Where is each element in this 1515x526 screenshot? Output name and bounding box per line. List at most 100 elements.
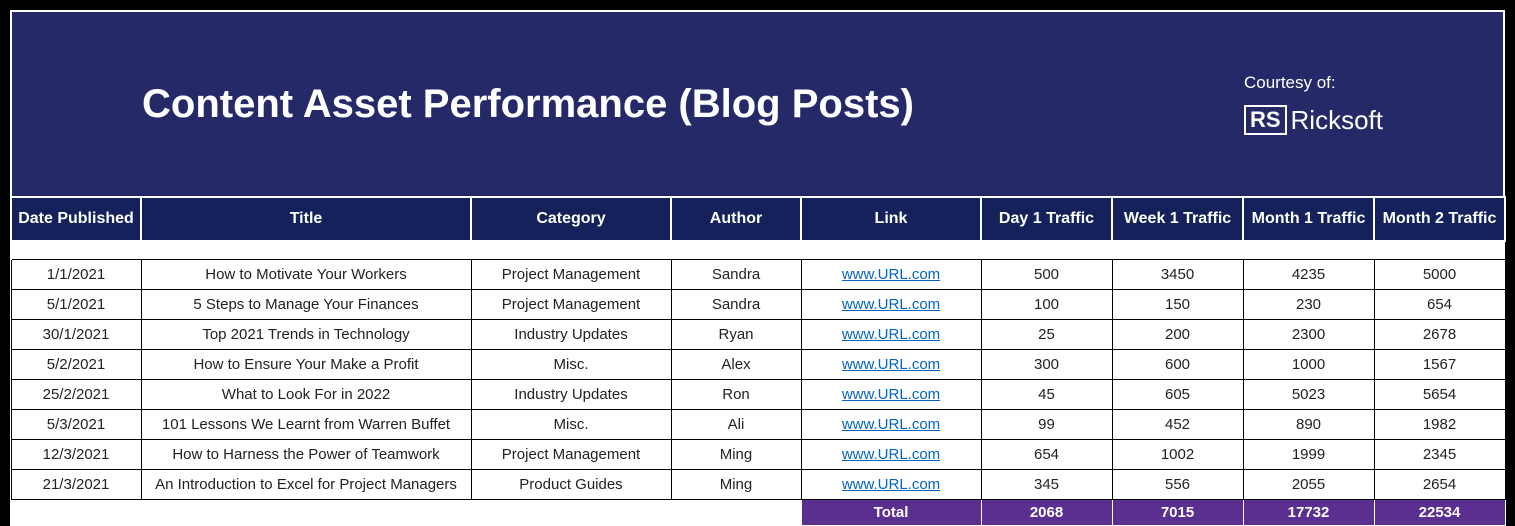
cell-day1[interactable]: 45 (981, 379, 1112, 409)
table-row: 21/3/2021An Introduction to Excel for Pr… (11, 469, 1505, 499)
spacer-row (11, 241, 1505, 259)
cell-author[interactable]: Ron (671, 379, 801, 409)
cell-date[interactable]: 1/1/2021 (11, 259, 141, 289)
cell-day1[interactable]: 100 (981, 289, 1112, 319)
cell-day1[interactable]: 99 (981, 409, 1112, 439)
cell-date[interactable]: 5/2/2021 (11, 349, 141, 379)
cell-link[interactable]: www.URL.com (801, 319, 981, 349)
cell-date[interactable]: 5/1/2021 (11, 289, 141, 319)
col-day1: Day 1 Traffic (981, 197, 1112, 241)
cell-author[interactable]: Sandra (671, 289, 801, 319)
url-link[interactable]: www.URL.com (842, 416, 940, 433)
cell-category[interactable]: Project Management (471, 439, 671, 469)
cell-day1[interactable]: 345 (981, 469, 1112, 499)
cell-title[interactable]: Top 2021 Trends in Technology (141, 319, 471, 349)
cell-category[interactable]: Industry Updates (471, 379, 671, 409)
cell-category[interactable]: Industry Updates (471, 319, 671, 349)
cell-week1[interactable]: 150 (1112, 289, 1243, 319)
table-row: 25/2/2021What to Look For in 2022Industr… (11, 379, 1505, 409)
table-header-row: Date Published Title Category Author Lin… (11, 197, 1505, 241)
cell-author[interactable]: Ali (671, 409, 801, 439)
table-row: 5/2/2021How to Ensure Your Make a Profit… (11, 349, 1505, 379)
cell-day1[interactable]: 654 (981, 439, 1112, 469)
table-row: 1/1/2021How to Motivate Your WorkersProj… (11, 259, 1505, 289)
cell-week1[interactable]: 3450 (1112, 259, 1243, 289)
cell-week1[interactable]: 452 (1112, 409, 1243, 439)
cell-week1[interactable]: 1002 (1112, 439, 1243, 469)
cell-month2[interactable]: 2678 (1374, 319, 1505, 349)
cell-title[interactable]: 5 Steps to Manage Your Finances (141, 289, 471, 319)
cell-date[interactable]: 30/1/2021 (11, 319, 141, 349)
cell-date[interactable]: 5/3/2021 (11, 409, 141, 439)
url-link[interactable]: www.URL.com (842, 296, 940, 313)
cell-day1[interactable]: 300 (981, 349, 1112, 379)
cell-author[interactable]: Ming (671, 439, 801, 469)
total-label: Total (801, 499, 981, 525)
cell-week1[interactable]: 600 (1112, 349, 1243, 379)
cell-month1[interactable]: 2300 (1243, 319, 1374, 349)
cell-link[interactable]: www.URL.com (801, 259, 981, 289)
cell-link[interactable]: www.URL.com (801, 469, 981, 499)
cell-month2[interactable]: 2654 (1374, 469, 1505, 499)
col-week1: Week 1 Traffic (1112, 197, 1243, 241)
cell-author[interactable]: Ming (671, 469, 801, 499)
cell-link[interactable]: www.URL.com (801, 409, 981, 439)
logo-rs-icon: RS (1244, 105, 1287, 135)
url-link[interactable]: www.URL.com (842, 446, 940, 463)
url-link[interactable]: www.URL.com (842, 266, 940, 283)
cell-day1[interactable]: 25 (981, 319, 1112, 349)
cell-week1[interactable]: 556 (1112, 469, 1243, 499)
cell-category[interactable]: Product Guides (471, 469, 671, 499)
cell-week1[interactable]: 605 (1112, 379, 1243, 409)
cell-title[interactable]: How to Motivate Your Workers (141, 259, 471, 289)
col-link: Link (801, 197, 981, 241)
cell-month2[interactable]: 654 (1374, 289, 1505, 319)
url-link[interactable]: www.URL.com (842, 326, 940, 343)
cell-month2[interactable]: 5654 (1374, 379, 1505, 409)
cell-category[interactable]: Misc. (471, 409, 671, 439)
url-link[interactable]: www.URL.com (842, 386, 940, 403)
cell-title[interactable]: What to Look For in 2022 (141, 379, 471, 409)
cell-date[interactable]: 21/3/2021 (11, 469, 141, 499)
cell-category[interactable]: Project Management (471, 289, 671, 319)
cell-month2[interactable]: 1982 (1374, 409, 1505, 439)
cell-month1[interactable]: 230 (1243, 289, 1374, 319)
url-link[interactable]: www.URL.com (842, 356, 940, 373)
cell-author[interactable]: Sandra (671, 259, 801, 289)
cell-month2[interactable]: 5000 (1374, 259, 1505, 289)
total-week1: 7015 (1112, 499, 1243, 525)
cell-month1[interactable]: 1000 (1243, 349, 1374, 379)
col-author: Author (671, 197, 801, 241)
url-link[interactable]: www.URL.com (842, 476, 940, 493)
page-title: Content Asset Performance (Blog Posts) (142, 82, 914, 127)
cell-week1[interactable]: 200 (1112, 319, 1243, 349)
cell-author[interactable]: Alex (671, 349, 801, 379)
cell-title[interactable]: An Introduction to Excel for Project Man… (141, 469, 471, 499)
cell-link[interactable]: www.URL.com (801, 439, 981, 469)
total-row: Total206870151773222534 (11, 499, 1505, 525)
cell-day1[interactable]: 500 (981, 259, 1112, 289)
cell-link[interactable]: www.URL.com (801, 349, 981, 379)
cell-month2[interactable]: 1567 (1374, 349, 1505, 379)
cell-author[interactable]: Ryan (671, 319, 801, 349)
col-date: Date Published (11, 197, 141, 241)
performance-table: Date Published Title Category Author Lin… (10, 196, 1506, 526)
cell-date[interactable]: 12/3/2021 (11, 439, 141, 469)
cell-title[interactable]: 101 Lessons We Learnt from Warren Buffet (141, 409, 471, 439)
cell-month1[interactable]: 890 (1243, 409, 1374, 439)
cell-title[interactable]: How to Ensure Your Make a Profit (141, 349, 471, 379)
cell-month1[interactable]: 5023 (1243, 379, 1374, 409)
cell-category[interactable]: Misc. (471, 349, 671, 379)
courtesy-label: Courtesy of: (1244, 73, 1336, 93)
total-blank (141, 499, 471, 525)
cell-month2[interactable]: 2345 (1374, 439, 1505, 469)
cell-category[interactable]: Project Management (471, 259, 671, 289)
cell-month1[interactable]: 4235 (1243, 259, 1374, 289)
cell-title[interactable]: How to Harness the Power of Teamwork (141, 439, 471, 469)
cell-month1[interactable]: 2055 (1243, 469, 1374, 499)
cell-date[interactable]: 25/2/2021 (11, 379, 141, 409)
cell-month1[interactable]: 1999 (1243, 439, 1374, 469)
spreadsheet-table: Content Asset Performance (Blog Posts) C… (10, 10, 1505, 526)
cell-link[interactable]: www.URL.com (801, 289, 981, 319)
cell-link[interactable]: www.URL.com (801, 379, 981, 409)
